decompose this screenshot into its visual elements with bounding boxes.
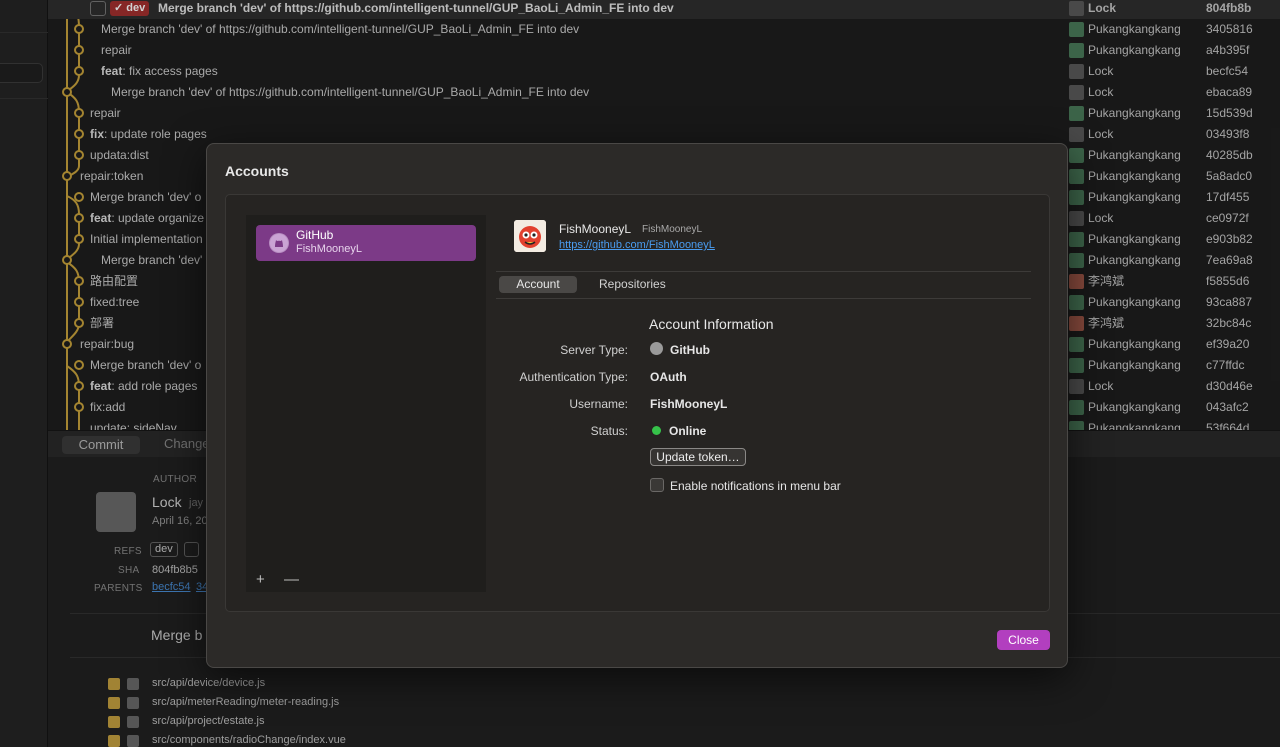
status-online-icon [652, 426, 661, 435]
account-info-title: Account Information [649, 316, 774, 332]
remove-account-button[interactable]: — [284, 572, 299, 588]
update-token-button[interactable]: Update token… [650, 448, 746, 466]
account-list: GitHub FishMooneyL + — [246, 215, 486, 592]
tab-repositories[interactable]: Repositories [599, 276, 666, 293]
server-type-value: GitHub [670, 343, 710, 357]
profile-url-link[interactable]: https://github.com/FishMooneyL [559, 239, 715, 251]
account-item-github[interactable]: GitHub FishMooneyL [256, 225, 476, 261]
account-service: GitHub [296, 228, 334, 242]
divider [496, 298, 1031, 299]
notifications-label: Enable notifications in menu bar [670, 479, 841, 493]
account-login: FishMooneyL [296, 243, 363, 255]
accounts-dialog: Accounts GitHub FishMooneyL + — FishMoon… [206, 143, 1068, 668]
status-label: Status: [590, 424, 628, 438]
username-value: FishMooneyL [650, 397, 728, 411]
profile-login: FishMooneyL [642, 224, 703, 235]
username-label: Username: [569, 397, 628, 411]
accounts-panel: GitHub FishMooneyL + — FishMooneyL FishM… [225, 194, 1050, 612]
profile-avatar [514, 220, 546, 252]
auth-type-value: OAuth [650, 370, 687, 384]
github-icon [269, 233, 289, 253]
status-value: Online [669, 424, 707, 438]
dialog-title: Accounts [225, 163, 289, 179]
notifications-checkbox[interactable] [650, 478, 664, 492]
server-type-label: Server Type: [560, 343, 628, 357]
close-button[interactable]: Close [997, 630, 1050, 650]
add-account-button[interactable]: + [256, 572, 270, 588]
tab-account[interactable]: Account [499, 276, 577, 293]
auth-type-label: Authentication Type: [519, 370, 628, 384]
github-icon [650, 342, 663, 355]
divider [496, 271, 1031, 272]
profile-name: FishMooneyL [559, 222, 632, 236]
